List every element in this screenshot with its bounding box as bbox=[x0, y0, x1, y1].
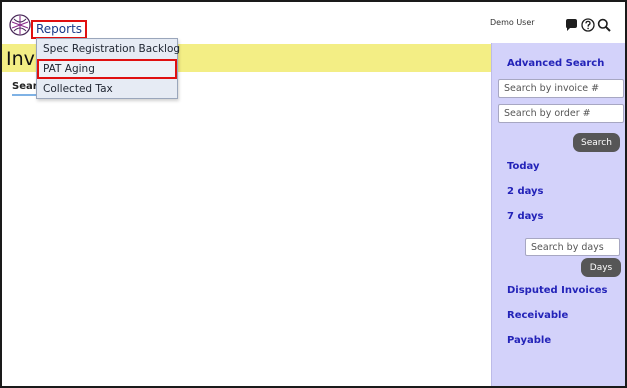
advanced-search-heading[interactable]: Advanced Search bbox=[507, 58, 604, 69]
search-button[interactable]: Search bbox=[573, 133, 620, 152]
days-button[interactable]: Days bbox=[581, 258, 621, 277]
search-icon[interactable] bbox=[597, 18, 611, 32]
company-logo-icon[interactable] bbox=[9, 14, 31, 36]
link-receivable[interactable]: Receivable bbox=[507, 310, 568, 321]
reports-menu-button[interactable]: Reports bbox=[31, 20, 88, 39]
order-search-input[interactable] bbox=[498, 104, 624, 123]
menu-item-pat-aging[interactable]: PAT Aging bbox=[37, 59, 177, 79]
link-payable[interactable]: Payable bbox=[507, 335, 551, 346]
tab-search[interactable]: Search bbox=[12, 81, 36, 96]
invoice-search-input[interactable] bbox=[498, 79, 624, 98]
app-window: Reports Demo User Invoices Search Spec R… bbox=[0, 0, 627, 388]
menu-item-collected-tax[interactable]: Collected Tax bbox=[37, 79, 177, 99]
link-today[interactable]: Today bbox=[507, 161, 539, 172]
advanced-search-sidebar: Advanced Search Search Today 2 days 7 da… bbox=[491, 43, 625, 386]
user-name[interactable]: Demo User bbox=[490, 18, 535, 27]
link-disputed-invoices[interactable]: Disputed Invoices bbox=[507, 285, 607, 296]
menu-item-spec-registration-backlog[interactable]: Spec Registration Backlog bbox=[37, 39, 180, 59]
link-7-days[interactable]: 7 days bbox=[507, 211, 544, 222]
page-title: Invoices bbox=[6, 48, 36, 70]
help-icon[interactable] bbox=[581, 18, 595, 32]
chat-icon[interactable] bbox=[564, 18, 578, 32]
days-search-input[interactable] bbox=[525, 238, 620, 256]
reports-dropdown: Spec Registration Backlog PAT Aging Coll… bbox=[36, 38, 180, 99]
link-2-days[interactable]: 2 days bbox=[507, 186, 544, 197]
